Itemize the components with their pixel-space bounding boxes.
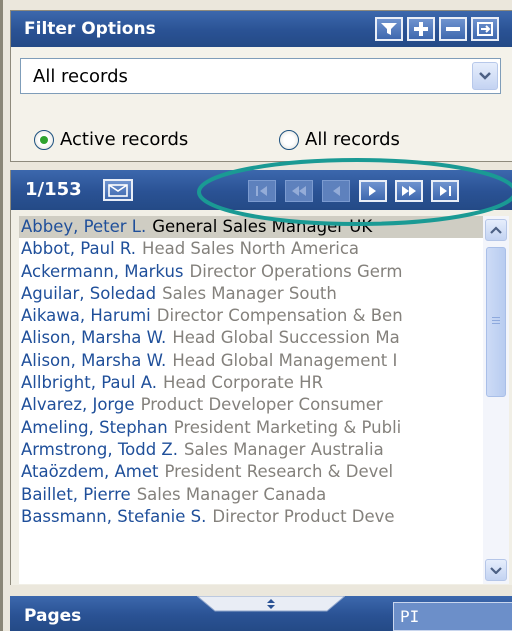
prev-icon	[333, 186, 340, 196]
list-item[interactable]: Bassmann, Stefanie S. Director Product De…	[19, 506, 483, 528]
list-item[interactable]: Abbot, Paul R. Head Sales North America	[19, 238, 483, 260]
fast-rewind-icon	[292, 186, 306, 196]
last-icon	[440, 186, 451, 196]
record-name: Abbot, Paul R.	[21, 239, 137, 259]
list-item[interactable]: Alvarez, Jorge Product Developer Consumer	[19, 394, 483, 416]
thumb-grip	[492, 320, 500, 321]
record-title: President Marketing & Publi	[173, 417, 402, 437]
splitter-handle[interactable]	[197, 596, 345, 613]
email-button[interactable]	[103, 179, 133, 201]
thumb-grip	[492, 317, 500, 318]
add-filter-button[interactable]	[407, 17, 435, 41]
list-item[interactable]: Ameling, Stephan President Marketing & Pu…	[19, 417, 483, 439]
list-item[interactable]: Armstrong, Todd Z. Sales Manager Australi…	[19, 439, 483, 461]
record-counter: 1/153	[25, 179, 82, 200]
record-title: Head Corporate HR	[163, 373, 324, 393]
record-name: Ameling, Stephan	[21, 417, 168, 437]
filter-title: Filter Options	[24, 19, 156, 39]
last-record-button[interactable]	[431, 180, 459, 202]
fast-forward-icon	[402, 186, 416, 196]
record-title: Head Global Management I	[172, 350, 398, 370]
list-item[interactable]: Baillet, Pierre Sales Manager Canada	[19, 484, 483, 506]
filter-header: Filter Options	[11, 11, 512, 47]
record-name: Ackermann, Markus	[21, 261, 184, 281]
radio-all-circle[interactable]	[279, 129, 299, 150]
refresh-icon	[477, 22, 493, 36]
next-record-button[interactable]	[359, 180, 387, 202]
record-title: Sales Manager Canada	[136, 484, 327, 504]
scroll-up-button[interactable]	[485, 219, 507, 241]
window-edge	[0, 0, 3, 631]
list-item[interactable]: Aguilar, Soledad Sales Manager South	[19, 283, 483, 305]
record-title: Head Sales North America	[142, 239, 360, 259]
first-record-button[interactable]	[248, 180, 276, 202]
refresh-filter-button[interactable]	[471, 17, 499, 41]
list-item[interactable]: Allbright, Paul A. Head Corporate HR	[19, 372, 483, 394]
pages-input[interactable]: PI	[393, 602, 512, 631]
record-title: Director Compensation & Ben	[156, 306, 403, 326]
record-title: President Research & Devel	[164, 462, 394, 482]
scroll-thumb[interactable]	[486, 247, 506, 397]
chevron-up-icon	[490, 226, 502, 234]
next-icon	[369, 186, 376, 196]
next-page-button[interactable]	[395, 180, 423, 202]
radio-active-records[interactable]: Active records	[34, 129, 188, 150]
chevron-down-icon	[490, 567, 502, 574]
previous-page-button[interactable]	[285, 180, 313, 202]
record-name: Alison, Marsha W.	[21, 328, 167, 348]
remove-filter-button[interactable]	[439, 17, 467, 41]
record-list[interactable]: Abbey, Peter L. General Sales Manager UK A…	[19, 216, 483, 584]
record-name: Ataözdem, Amet	[21, 462, 159, 482]
radio-all-records[interactable]: All records	[279, 129, 400, 150]
radio-selected-dot	[40, 135, 48, 144]
record-title: Sales Manager Australia	[183, 439, 384, 459]
record-name: Baillet, Pierre	[21, 484, 131, 504]
record-name: Aikawa, Harumi	[21, 306, 151, 326]
list-item[interactable]: Aikawa, Harumi Director Compensation & Be…	[19, 305, 483, 327]
scroll-down-button[interactable]	[485, 559, 507, 581]
funnel-icon	[381, 23, 397, 35]
record-name: Bassmann, Stefanie S.	[21, 506, 207, 526]
radio-active-circle[interactable]	[34, 129, 54, 150]
radio-active-label[interactable]: Active records	[60, 129, 188, 150]
list-item[interactable]: Abbey, Peter L. General Sales Manager UK	[19, 216, 483, 239]
list-item[interactable]: Alison, Marsha W. Head Global Succession …	[19, 327, 483, 349]
list-item[interactable]: Ackermann, Markus Director Operations Ger…	[19, 261, 483, 283]
filter-panel: Filter Options All records Active record…	[10, 10, 512, 162]
record-title: Product Developer Consumer	[140, 395, 383, 415]
radio-all-label[interactable]: All records	[305, 129, 400, 150]
previous-record-button[interactable]	[322, 180, 350, 202]
record-name: Armstrong, Todd Z.	[21, 439, 178, 459]
record-title: Director Product Deve	[212, 506, 395, 526]
record-name: Abbey, Peter L.	[21, 217, 147, 236]
first-icon	[256, 186, 267, 196]
thumb-grip	[492, 323, 500, 324]
minus-icon	[446, 27, 460, 31]
list-item[interactable]: Ataözdem, Amet President Research & Devel	[19, 461, 483, 483]
vertical-scrollbar[interactable]	[483, 216, 509, 584]
pages-title: Pages	[24, 606, 82, 626]
pages-bar: Pages PI	[10, 596, 512, 631]
record-title: Head Global Succession Ma	[172, 328, 400, 348]
record-name: Aguilar, Soledad	[21, 283, 157, 303]
navigator-header: 1/153	[11, 170, 512, 210]
filter-funnel-button[interactable]	[375, 17, 403, 41]
record-filter-select[interactable]: All records	[20, 58, 501, 94]
record-filter-value: All records	[33, 66, 128, 87]
record-name: Alison, Marsha W.	[21, 350, 167, 370]
chevron-down-icon[interactable]	[472, 62, 498, 90]
record-title: General Sales Manager UK	[152, 217, 373, 236]
record-title: Sales Manager South	[162, 283, 337, 303]
envelope-icon	[108, 183, 128, 197]
record-name: Alvarez, Jorge	[21, 395, 135, 415]
list-item[interactable]: Alison, Marsha W. Head Global Management …	[19, 350, 483, 372]
record-title: Director Operations Germ	[189, 261, 403, 281]
plus-icon	[414, 22, 428, 36]
record-name: Allbright, Paul A.	[21, 373, 158, 393]
